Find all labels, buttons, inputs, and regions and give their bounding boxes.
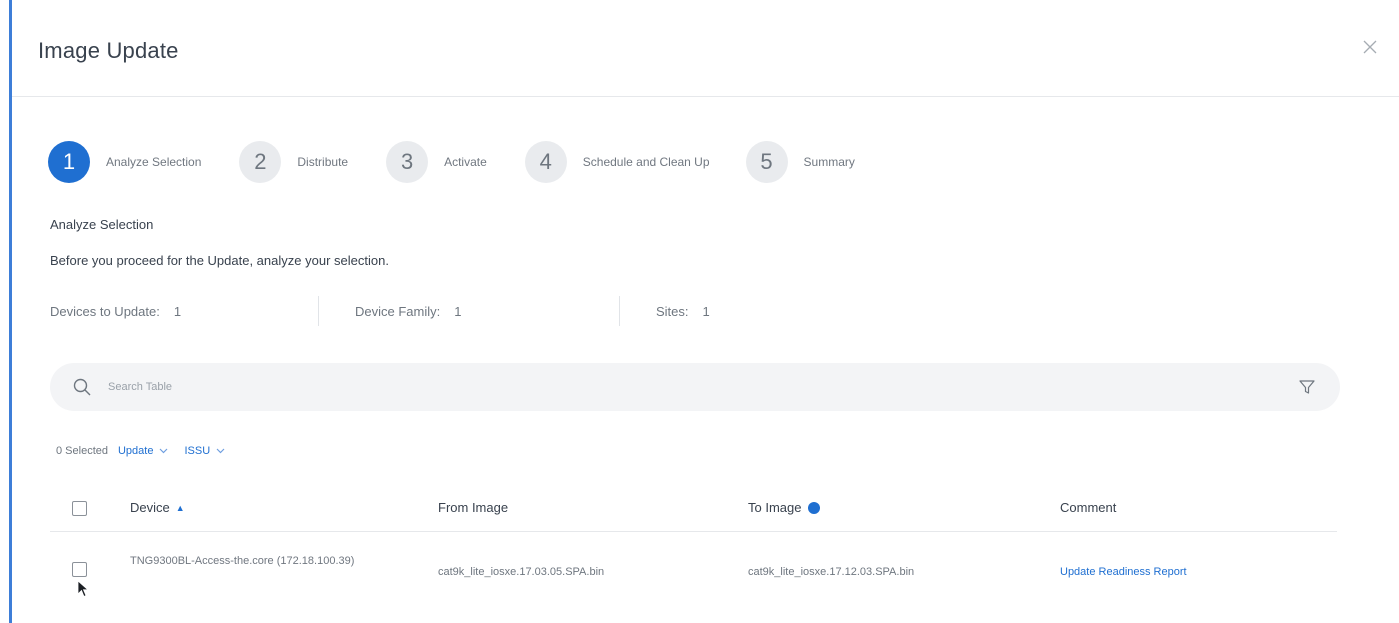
select-all-checkbox[interactable] xyxy=(72,501,87,516)
step-number: 3 xyxy=(386,141,429,183)
counter-label: Devices to Update: xyxy=(50,303,160,319)
close-icon-glyph xyxy=(1363,40,1377,54)
step-distribute[interactable]: 2 Distribute xyxy=(239,141,348,183)
step-schedule-and-clean-up[interactable]: 4 Schedule and Clean Up xyxy=(524,141,710,183)
issu-dropdown[interactable]: ISSU xyxy=(184,445,225,457)
step-number: 2 xyxy=(239,141,282,183)
row-checkbox-cell xyxy=(72,562,87,577)
column-header-label: Comment xyxy=(1060,500,1117,515)
filter-icon[interactable] xyxy=(1298,378,1316,396)
table-header: Device ▲ From Image To Image Comment xyxy=(50,486,1337,532)
counter-divider xyxy=(318,296,319,326)
counter-value: 1 xyxy=(454,303,462,319)
step-number: 1 xyxy=(48,141,90,183)
sites-counter: Sites: 1 xyxy=(656,304,710,319)
step-analyze-selection[interactable]: 1 Analyze Selection xyxy=(48,141,201,183)
counter-divider xyxy=(619,296,620,326)
from-image-cell: cat9k_lite_iosxe.17.03.05.SPA.bin xyxy=(438,566,605,578)
search-input[interactable] xyxy=(108,373,1258,401)
to-image-cell: cat9k_lite_iosxe.17.12.03.SPA.bin xyxy=(748,566,915,578)
search-bar xyxy=(50,363,1340,411)
column-header-from-image[interactable]: From Image xyxy=(438,500,508,515)
search-icon xyxy=(73,378,91,396)
update-dropdown-label: Update xyxy=(117,445,154,457)
sort-ascending-icon: ▲ xyxy=(175,502,185,513)
devices-to-update-counter: Devices to Update: 1 xyxy=(50,304,318,319)
column-header-device[interactable]: Device ▲ xyxy=(130,500,185,515)
step-label: Analyze Selection xyxy=(106,155,202,169)
column-header-label: Device xyxy=(130,500,170,515)
device-cell: TNG9300BL-Access-the.core (172.18.100.39… xyxy=(130,555,355,567)
chevron-down-icon xyxy=(216,446,225,456)
select-all-checkbox-cell xyxy=(72,501,87,516)
step-label: Summary xyxy=(803,155,855,169)
wizard-stepper: 1 Analyze Selection 2 Distribute 3 Activ… xyxy=(48,140,855,184)
selected-count: 0 Selected xyxy=(56,445,108,457)
issu-dropdown-label: ISSU xyxy=(184,445,211,457)
info-icon[interactable] xyxy=(808,501,821,514)
counter-label: Sites: xyxy=(656,303,689,319)
table-toolbar: 0 Selected Update ISSU xyxy=(56,441,241,461)
selection-counters: Devices to Update: 1 Device Family: 1 Si… xyxy=(50,296,710,326)
section-title: Analyze Selection xyxy=(50,217,154,232)
column-header-comment[interactable]: Comment xyxy=(1060,500,1116,515)
table-row: TNG9300BL-Access-the.core (172.18.100.39… xyxy=(50,540,1337,606)
column-header-label: To Image xyxy=(748,500,802,515)
step-activate[interactable]: 3 Activate xyxy=(386,141,487,183)
device-family-counter: Device Family: 1 xyxy=(355,304,619,319)
mouse-pointer-icon xyxy=(77,580,89,598)
column-header-label: From Image xyxy=(438,500,509,515)
column-header-to-image[interactable]: To Image xyxy=(748,500,821,515)
step-summary[interactable]: 5 Summary xyxy=(745,141,855,183)
step-label: Distribute xyxy=(297,155,349,169)
update-readiness-report-link[interactable]: Update Readiness Report xyxy=(1060,566,1187,578)
dialog-header: Image Update xyxy=(12,0,1399,97)
section-description: Before you proceed for the Update, analy… xyxy=(50,253,389,268)
chevron-down-icon xyxy=(159,446,168,456)
counter-value: 1 xyxy=(702,303,710,319)
dialog-title: Image Update xyxy=(38,38,179,63)
step-number: 4 xyxy=(524,141,567,183)
close-icon[interactable] xyxy=(1359,36,1381,58)
step-label: Schedule and Clean Up xyxy=(582,155,710,169)
row-checkbox[interactable] xyxy=(72,562,87,577)
step-number: 5 xyxy=(745,141,788,183)
counter-label: Device Family: xyxy=(355,303,441,319)
update-dropdown[interactable]: Update xyxy=(118,445,168,457)
step-label: Activate xyxy=(444,155,487,169)
counter-value: 1 xyxy=(173,303,182,319)
